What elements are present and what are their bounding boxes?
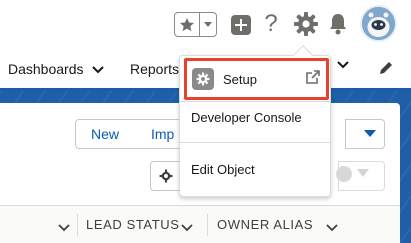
- filter-icon[interactable]: [357, 169, 369, 177]
- more-actions-button[interactable]: [345, 119, 385, 149]
- column-header-owner-alias[interactable]: OWNER ALIAS: [217, 217, 313, 232]
- nav-item-dashboards[interactable]: Dashboards: [8, 61, 104, 77]
- table-header: LEAD STATUS OWNER ALIAS: [0, 205, 400, 243]
- import-button[interactable]: Imp: [134, 119, 182, 149]
- pie-chart-icon[interactable]: [336, 166, 352, 182]
- bell-icon[interactable]: [327, 12, 349, 36]
- favorites-button-group[interactable]: [174, 12, 217, 37]
- column-header-lead-status[interactable]: LEAD STATUS: [86, 217, 180, 232]
- question-icon[interactable]: ?: [260, 10, 282, 38]
- gear-icon: [159, 169, 173, 183]
- menu-item-edit-object[interactable]: Edit Object: [191, 162, 255, 177]
- menu-divider: [180, 101, 330, 102]
- menu-item-developer-console[interactable]: Developer Console: [191, 110, 302, 125]
- nav-item-reports[interactable]: Reports: [130, 61, 179, 77]
- column-divider: [207, 214, 208, 236]
- nav-item-label: Reports: [130, 61, 180, 77]
- new-button[interactable]: New: [75, 119, 135, 149]
- caret-down-icon[interactable]: [200, 13, 216, 36]
- caret-down-icon: [364, 130, 376, 137]
- menu-item-label: Setup: [223, 72, 257, 87]
- star-icon[interactable]: [175, 13, 201, 36]
- pencil-icon[interactable]: [377, 59, 395, 77]
- column-header-label: OWNER ALIAS: [217, 217, 314, 232]
- chevron-down-icon[interactable]: [58, 219, 70, 237]
- chevron-down-icon[interactable]: [337, 61, 349, 69]
- gear-icon: [192, 68, 214, 90]
- chevron-down-icon[interactable]: [326, 219, 338, 237]
- external-link-icon: [305, 69, 321, 85]
- column-divider: [77, 214, 78, 236]
- nav-item-label: Dashboards: [8, 61, 84, 77]
- list-settings-button[interactable]: [150, 161, 182, 191]
- chevron-down-icon[interactable]: [181, 219, 193, 237]
- astro-avatar-icon[interactable]: [360, 5, 397, 42]
- global-header: ?: [0, 0, 411, 48]
- gear-icon[interactable]: [293, 11, 319, 37]
- menu-item-setup[interactable]: Setup: [184, 58, 329, 100]
- column-header-label: LEAD STATUS: [86, 217, 180, 232]
- chevron-down-icon[interactable]: [91, 61, 104, 77]
- plus-icon[interactable]: [231, 15, 251, 35]
- menu-divider: [180, 142, 330, 143]
